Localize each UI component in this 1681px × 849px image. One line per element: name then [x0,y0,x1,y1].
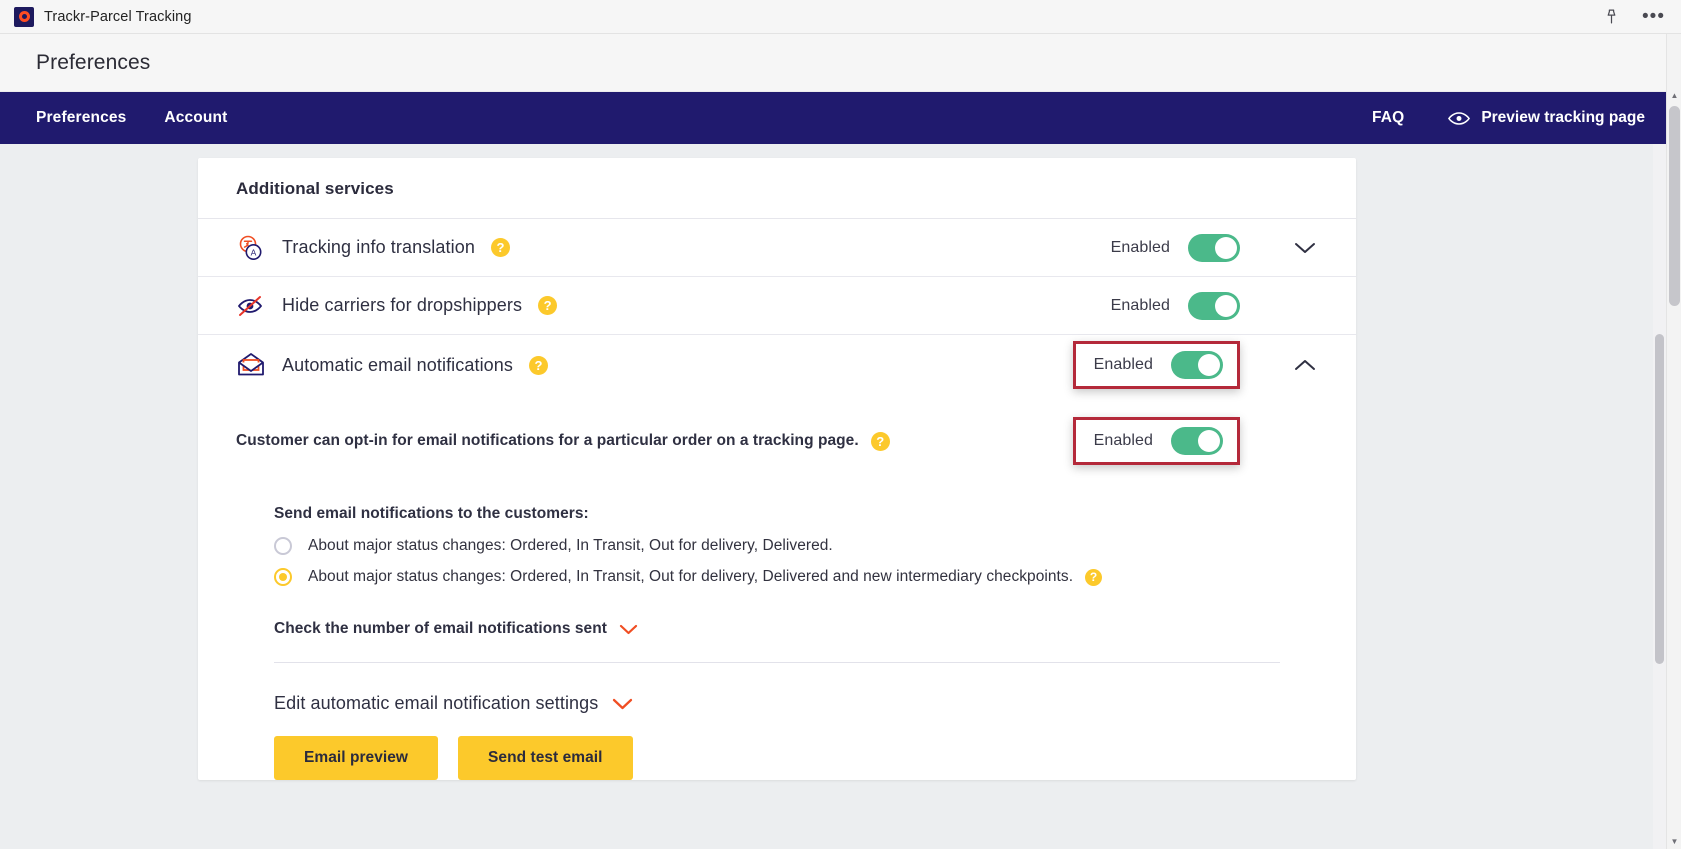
email-action-buttons: Email preview Send test email [274,736,1318,780]
chevron-down-icon [619,623,638,635]
page-heading-bar: Preferences [0,34,1681,92]
chevron-placeholder [1292,293,1318,319]
service-row-left: Automatic email notifications ? [236,350,1073,380]
service-row-right: Enabled [1072,341,1318,389]
chevron-placeholder [1292,428,1318,454]
preview-tracking-page-label: Preview tracking page [1481,109,1645,126]
radio-option-major-status-and-checkpoints[interactable]: About major status changes: Ordered, In … [274,568,1318,586]
email-preview-button[interactable]: Email preview [274,736,439,780]
edit-email-settings-link[interactable]: Edit automatic email notification settin… [274,693,633,714]
edit-email-settings-label: Edit automatic email notification settin… [274,693,599,713]
service-row-hide-carriers: Hide carriers for dropshippers ? Enabled [198,277,1356,335]
optin-description: Customer can opt-in for email notificati… [236,431,1073,451]
tab-preferences[interactable]: Preferences [36,109,126,127]
title-bar: Trackr-Parcel Tracking ••• [0,0,1681,34]
scroll-up-arrow-icon[interactable]: ▲ [1667,88,1681,103]
main-navbar: Preferences Account FAQ Preview tracking… [0,92,1681,144]
radio-text: About major status changes: Ordered, In … [308,568,1074,585]
inner-scrollbar[interactable] [1653,144,1666,849]
status-label: Enabled [1093,356,1153,373]
chevron-down-icon[interactable] [1292,235,1318,261]
open-envelope-icon [236,350,266,380]
pin-icon[interactable] [1603,8,1620,25]
status-label: Enabled [1093,432,1153,449]
scroll-down-arrow-icon[interactable]: ▼ [1667,834,1681,849]
service-row-automatic-email-notifications: Automatic email notifications ? Enabled [198,335,1356,395]
toggle-customer-optin[interactable] [1171,427,1223,455]
status-label: Enabled [1110,238,1170,256]
card-header: Additional services [198,158,1356,219]
service-row-left: Hide carriers for dropshippers ? [236,291,1111,321]
check-notifications-sent-link[interactable]: Check the number of email notifications … [274,620,638,638]
radio-text: About major status changes: Ordered, In … [308,537,833,554]
check-notifications-sent-label: Check the number of email notifications … [274,620,607,637]
highlight-box-automatic-email-toggle: Enabled [1072,341,1240,389]
send-notifications-heading: Send email notifications to the customer… [274,505,589,522]
navbar-left-group: Preferences Account [36,109,227,127]
help-icon[interactable]: ? [1085,568,1103,586]
page-title: Preferences [36,50,151,74]
navbar-right-group: FAQ Preview tracking page [1372,109,1645,127]
toggle-tracking-info-translation[interactable] [1188,233,1240,262]
window-scrollbar[interactable]: ▲ ▼ [1666,34,1681,849]
window-scrollbar-thumb[interactable] [1669,106,1680,306]
hidden-eye-icon [236,291,266,321]
status-label: Enabled [1110,296,1170,314]
radio-indicator-selected[interactable] [274,568,292,586]
toggle-automatic-email-notifications[interactable] [1171,351,1223,379]
help-icon[interactable]: ? [490,238,510,257]
service-row-right: Enabled [1110,291,1318,320]
preview-tracking-page-link[interactable]: Preview tracking page [1448,109,1645,127]
more-options-icon[interactable]: ••• [1642,7,1665,26]
app-title: Trackr-Parcel Tracking [44,8,192,25]
title-bar-actions: ••• [1603,0,1665,33]
service-label: Automatic email notifications [282,354,514,375]
card-title: Additional services [236,179,394,198]
send-test-email-button[interactable]: Send test email [458,736,633,780]
svg-text:A: A [251,247,257,257]
help-icon[interactable]: ? [870,431,890,451]
service-label: Hide carriers for dropshippers [282,295,523,315]
inner-scrollbar-thumb[interactable] [1655,334,1664,664]
additional-services-card: Additional services A Tracking info tran… [198,158,1356,780]
highlight-box-optin-toggle: Enabled [1072,417,1240,465]
faq-link[interactable]: FAQ [1372,109,1404,127]
automatic-email-panel: Customer can opt-in for email notificati… [198,395,1356,780]
help-icon[interactable]: ? [538,296,558,315]
app-logo-icon [14,6,34,27]
toggle-hide-carriers[interactable] [1188,291,1240,320]
notification-options-list: About major status changes: Ordered, In … [274,537,1318,586]
translate-icon: A [236,233,266,263]
chevron-down-icon [612,697,633,710]
eye-icon [1448,111,1471,126]
optin-text: Customer can opt-in for email notificati… [236,432,859,449]
content-area: Additional services A Tracking info tran… [0,144,1681,849]
optin-right: Enabled [1072,417,1318,465]
radio-option-major-status[interactable]: About major status changes: Ordered, In … [274,537,1318,555]
optin-row: Customer can opt-in for email notificati… [236,395,1318,483]
service-row-left: A Tracking info translation ? [236,233,1111,263]
radio-label: About major status changes: Ordered, In … [308,568,1103,586]
service-row-right: Enabled [1110,233,1318,262]
section-divider [274,662,1280,663]
radio-indicator[interactable] [274,537,292,555]
service-row-tracking-info-translation: A Tracking info translation ? Enabled [198,219,1356,277]
tab-account[interactable]: Account [164,109,227,127]
help-icon[interactable]: ? [529,355,549,375]
radio-label: About major status changes: Ordered, In … [308,537,833,555]
chevron-up-icon[interactable] [1292,352,1318,378]
service-label: Tracking info translation [282,237,475,257]
